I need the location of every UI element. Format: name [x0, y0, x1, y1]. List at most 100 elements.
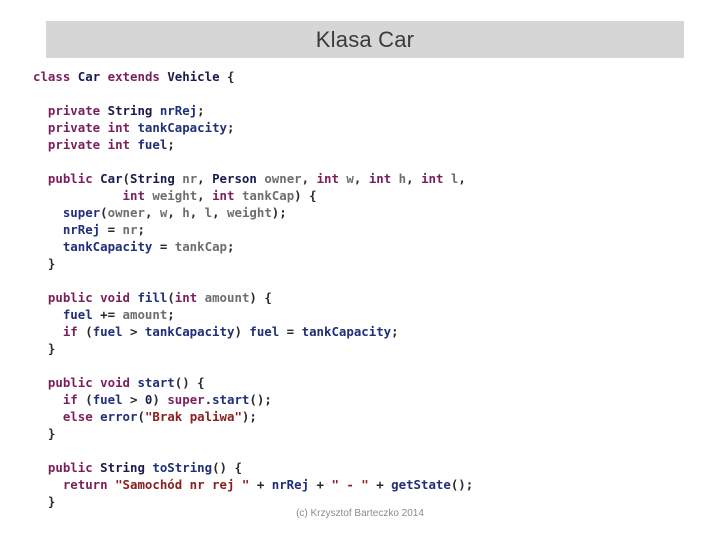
- code-token: public: [47, 375, 93, 390]
- code-token: nrRej: [271, 477, 310, 492]
- code-token: " - ": [331, 477, 369, 492]
- code-token: () {: [212, 460, 242, 475]
- code-token: {: [219, 69, 235, 84]
- code-line: tankCapacity = tankCap;: [33, 238, 693, 255]
- code-token: private: [47, 120, 101, 135]
- code-token: }: [33, 494, 56, 509]
- code-token: error: [100, 409, 138, 424]
- code-token: tankCap: [241, 188, 295, 203]
- code-token: ,: [197, 171, 213, 186]
- code-token: nrRej: [62, 222, 101, 237]
- code-token: ,: [144, 205, 160, 220]
- code-token: +: [309, 477, 332, 492]
- code-line: }: [33, 425, 693, 442]
- code-line: if (fuel > 0) super.start();: [33, 391, 693, 408]
- code-token: owner: [107, 205, 145, 220]
- code-token: int: [316, 171, 339, 186]
- code-token: else: [62, 409, 93, 424]
- code-token: ) {: [249, 290, 272, 305]
- code-token: ): [152, 392, 168, 407]
- code-token: () {: [174, 375, 205, 390]
- code-token: +: [249, 477, 272, 492]
- code-token: ();: [450, 477, 474, 492]
- code-line: public String toString() {: [33, 459, 693, 476]
- code-token: ;: [227, 120, 235, 135]
- code-token: ;: [137, 222, 145, 237]
- code-token: String: [100, 460, 145, 475]
- code-token: );: [271, 205, 287, 220]
- code-token: =: [279, 324, 302, 339]
- code-line: return "Samochód nr rej " + nrRej + " - …: [33, 476, 693, 493]
- code-line: int weight, int tankCap) {: [33, 187, 693, 204]
- code-token: ,: [353, 171, 369, 186]
- code-token: ,: [189, 205, 205, 220]
- code-line: private String nrRej;: [33, 102, 693, 119]
- code-token: "Brak paliwa": [144, 409, 242, 424]
- code-token: ,: [212, 205, 228, 220]
- code-token: tankCapacity: [301, 324, 392, 339]
- code-token: >: [122, 392, 145, 407]
- code-token: +: [368, 477, 392, 492]
- code-token: }: [33, 341, 56, 356]
- code-token: fuel: [137, 137, 168, 152]
- code-token: Person: [212, 171, 257, 186]
- code-token: (: [137, 409, 145, 424]
- code-token: weight: [152, 188, 198, 203]
- code-line: }: [33, 255, 693, 272]
- code-token: String: [107, 103, 153, 118]
- code-token: (: [77, 392, 93, 407]
- code-token: >: [122, 324, 145, 339]
- code-token: fuel: [249, 324, 280, 339]
- code-token: ,: [167, 205, 183, 220]
- code-line: if (fuel > tankCapacity) fuel = tankCapa…: [33, 323, 693, 340]
- code-token: class: [33, 69, 71, 84]
- code-token: tankCapacity: [137, 120, 227, 135]
- code-token: int: [107, 137, 130, 152]
- code-token: if: [62, 324, 78, 339]
- code-token: ,: [458, 171, 466, 186]
- code-token: owner: [264, 171, 302, 186]
- code-token: private: [47, 137, 101, 152]
- code-token: Vehicle: [167, 69, 220, 84]
- code-token: amount: [122, 307, 168, 322]
- code-token: if: [62, 392, 78, 407]
- code-token: fuel: [92, 324, 123, 339]
- code-token: (: [167, 290, 175, 305]
- code-token: );: [241, 409, 257, 424]
- code-token: fill: [137, 290, 168, 305]
- code-token: +=: [92, 307, 123, 322]
- code-token: ();: [249, 392, 272, 407]
- code-token: (: [100, 205, 108, 220]
- java-code-listing: class Car extends Vehicle { private Stri…: [33, 68, 693, 510]
- code-token: return: [62, 477, 108, 492]
- code-token: weight: [227, 205, 272, 220]
- code-token: public: [47, 171, 93, 186]
- code-token: tankCapacity: [62, 239, 153, 254]
- slide-canvas: Klasa Car class Car extends Vehicle { pr…: [0, 0, 720, 540]
- code-token: tankCapacity: [144, 324, 235, 339]
- code-token: String: [130, 171, 175, 186]
- code-token: h: [182, 205, 190, 220]
- code-token: l: [204, 205, 213, 220]
- code-token: public: [47, 460, 93, 475]
